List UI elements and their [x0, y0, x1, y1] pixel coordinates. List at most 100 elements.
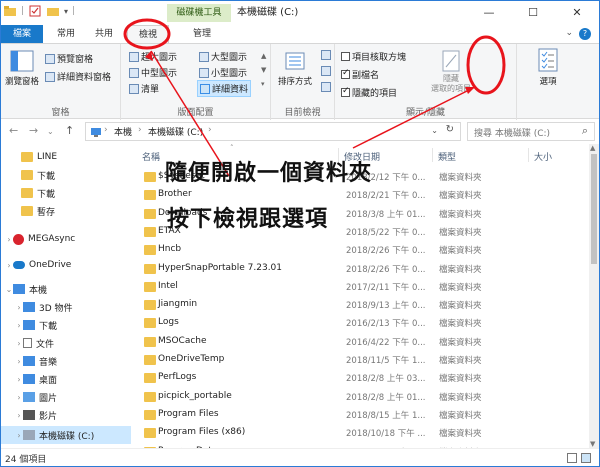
- table-row[interactable]: picpick_portable 2018/2/8 上午 01... 檔案資料夾: [132, 388, 592, 407]
- vertical-scrollbar[interactable]: ▲ ▼: [589, 144, 599, 448]
- column-divider[interactable]: [432, 148, 433, 162]
- table-row[interactable]: PerfLogs 2018/2/8 上午 03... 檔案資料夾: [132, 369, 592, 388]
- size-columns-icon[interactable]: [321, 82, 331, 92]
- scroll-down-icon[interactable]: ▼: [590, 440, 595, 448]
- nav-item-pictures[interactable]: › 圖片: [1, 388, 131, 406]
- forward-arrow-icon[interactable]: →: [29, 124, 38, 137]
- layout-scroll-up-icon[interactable]: ▲: [261, 52, 266, 60]
- new-folder-icon[interactable]: [46, 4, 60, 18]
- column-header-name[interactable]: 名稱: [142, 150, 160, 163]
- list-view-button[interactable]: 清單: [129, 82, 159, 95]
- tab-share[interactable]: 共用: [87, 25, 121, 43]
- close-button[interactable]: ✕: [555, 1, 599, 25]
- scroll-up-icon[interactable]: ▲: [590, 144, 595, 152]
- tab-manage[interactable]: 管理: [181, 25, 223, 43]
- nav-item-megasync[interactable]: › MEGAsync: [1, 230, 131, 248]
- nav-item-downloads[interactable]: 下載: [1, 166, 131, 184]
- group-by-icon[interactable]: [321, 50, 331, 60]
- expand-icon[interactable]: ›: [15, 321, 23, 330]
- search-box[interactable]: 搜尋 本機磁碟 (C:) ⌕: [467, 122, 595, 141]
- expand-icon[interactable]: ›: [15, 431, 23, 440]
- table-row[interactable]: Logs 2016/2/13 下午 0... 檔案資料夾: [132, 314, 592, 333]
- options-button[interactable]: 選項: [533, 48, 563, 87]
- table-row[interactable]: Program Files (x86) 2018/10/18 下午 ... 檔案資料…: [132, 424, 592, 443]
- table-row[interactable]: Program Files 2018/8/15 上午 1... 檔案資料夾: [132, 406, 592, 425]
- chevron-down-icon[interactable]: ⌄: [565, 28, 573, 38]
- nav-item-desktop[interactable]: › 桌面: [1, 370, 131, 388]
- nav-item-onedrive[interactable]: › OneDrive: [1, 256, 131, 274]
- minimize-button[interactable]: —: [467, 1, 511, 25]
- tab-view[interactable]: 檢視: [127, 25, 169, 44]
- expand-icon[interactable]: ›: [15, 339, 23, 348]
- expand-icon[interactable]: ›: [5, 261, 13, 270]
- nav-item-downloads-2[interactable]: 下載: [1, 184, 131, 202]
- file-ext-toggle[interactable]: 副檔名: [341, 68, 379, 81]
- search-input[interactable]: 搜尋 本機磁碟 (C:): [474, 126, 550, 139]
- table-row[interactable]: OneDriveTemp 2018/11/5 下午 1... 檔案資料夾: [132, 351, 592, 370]
- help-icon[interactable]: ?: [579, 28, 591, 40]
- sort-by-button[interactable]: 排序方式: [273, 50, 317, 87]
- nav-item-3d-objects[interactable]: › 3D 物件: [1, 298, 131, 316]
- scrollbar-thumb[interactable]: [591, 154, 597, 264]
- nav-item-this-pc[interactable]: ⌄ 本機: [1, 280, 131, 298]
- separator: |: [72, 6, 76, 16]
- table-row[interactable]: MSOCache 2016/4/22 下午 0... 檔案資料夾: [132, 333, 592, 352]
- column-divider[interactable]: [528, 148, 529, 162]
- expand-icon[interactable]: ›: [15, 393, 23, 402]
- details-pane-button[interactable]: 詳細資料窗格: [45, 70, 111, 83]
- expand-icon[interactable]: ›: [15, 357, 23, 366]
- details-view-button[interactable]: 詳細資料: [197, 80, 252, 97]
- back-arrow-icon[interactable]: ←: [9, 124, 18, 137]
- nav-item-temp[interactable]: 暫存: [1, 202, 131, 220]
- expand-icon[interactable]: ›: [15, 303, 23, 312]
- nav-item-downloads-pc[interactable]: › 下載: [1, 316, 131, 334]
- properties-icon[interactable]: [28, 4, 42, 18]
- item-checkboxes-toggle[interactable]: 項目核取方塊: [341, 50, 406, 63]
- hidden-items-toggle[interactable]: 隱藏的項目: [341, 86, 397, 99]
- recent-locations-icon[interactable]: ⌄: [47, 127, 54, 136]
- layout-more-icon[interactable]: ▾: [261, 80, 265, 88]
- expand-icon[interactable]: ›: [5, 235, 13, 244]
- nav-item-videos[interactable]: › 影片: [1, 406, 131, 424]
- customize-qa-icon[interactable]: ▾: [64, 7, 68, 16]
- add-columns-icon[interactable]: [321, 66, 331, 76]
- table-row[interactable]: Hncb 2018/2/26 下午 0... 檔案資料夾: [132, 241, 592, 260]
- item-checkboxes-checkbox[interactable]: [341, 52, 350, 61]
- breadcrumb-sep-icon: ›: [208, 125, 212, 135]
- hide-selected-button[interactable]: 隱藏 選取的項目: [425, 50, 477, 94]
- hidden-items-checkbox[interactable]: [341, 86, 350, 97]
- column-header-type[interactable]: 類型: [438, 150, 456, 163]
- expand-icon[interactable]: ›: [15, 375, 23, 384]
- sm-icons-button[interactable]: 小型圖示: [199, 66, 247, 79]
- expand-icon[interactable]: ›: [15, 411, 23, 420]
- nav-item-documents[interactable]: › 文件: [1, 334, 131, 352]
- collapse-icon[interactable]: ⌄: [5, 285, 13, 294]
- nav-item-music[interactable]: › 音樂: [1, 352, 131, 370]
- xl-icons-button[interactable]: 超大圖示: [129, 50, 177, 63]
- table-row[interactable]: Intel 2017/2/11 下午 0... 檔案資料夾: [132, 278, 592, 297]
- layout-scroll-down-icon[interactable]: ▼: [261, 66, 266, 74]
- breadcrumb-this-pc[interactable]: 本機: [114, 125, 132, 138]
- md-icons-button[interactable]: 中型圖示: [129, 66, 177, 79]
- tab-home[interactable]: 常用: [49, 25, 83, 43]
- lg-icons-button[interactable]: 大型圖示: [199, 50, 247, 63]
- table-row[interactable]: HyperSnapPortable 7.23.01 2018/2/26 下午 0.…: [132, 260, 592, 279]
- details-view-icon[interactable]: [567, 453, 577, 463]
- folder-icon: [144, 373, 156, 384]
- maximize-button[interactable]: ☐: [511, 1, 555, 25]
- nav-item-line[interactable]: LINE: [1, 148, 131, 166]
- tab-file[interactable]: 檔案: [1, 25, 43, 43]
- column-header-size[interactable]: 大小: [534, 150, 552, 163]
- navigation-pane-button[interactable]: 瀏覽窗格: [5, 50, 39, 87]
- address-dropdown-icon[interactable]: ⌄: [431, 126, 438, 135]
- refresh-icon[interactable]: ↻: [446, 124, 454, 135]
- breadcrumb-drive-c[interactable]: 本機磁碟 (C:): [148, 125, 203, 138]
- file-name: MSOCache: [158, 335, 207, 346]
- preview-pane-button[interactable]: 預覽窗格: [45, 52, 93, 65]
- table-row[interactable]: Jiangmin 2018/9/13 上午 0... 檔案資料夾: [132, 296, 592, 315]
- nav-item-drive-c[interactable]: › 本機磁碟 (C:): [1, 426, 131, 444]
- address-bar[interactable]: › 本機 › 本機磁碟 (C:) › ⌄ ↻: [85, 122, 461, 141]
- file-ext-checkbox[interactable]: [341, 68, 350, 79]
- up-arrow-icon[interactable]: ↑: [65, 124, 74, 137]
- large-icons-view-icon[interactable]: [581, 453, 591, 463]
